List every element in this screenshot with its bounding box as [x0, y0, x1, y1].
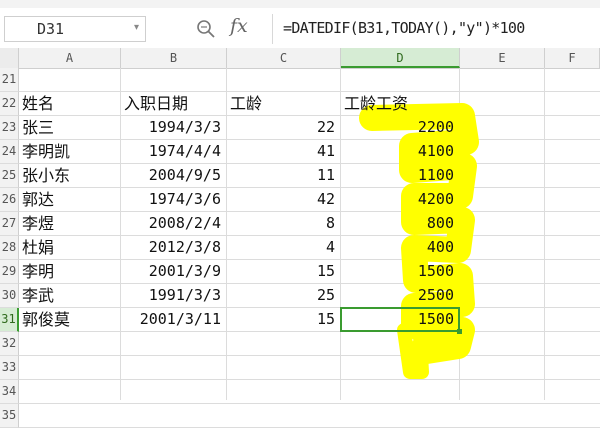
wage-cell[interactable]: 4200 [341, 188, 454, 211]
date-cell[interactable]: 1974/4/4 [121, 140, 221, 163]
years-cell[interactable]: 8 [227, 212, 335, 235]
date-cell[interactable]: 2001/3/9 [121, 260, 221, 283]
select-all-corner[interactable] [0, 48, 19, 68]
row-header-33[interactable]: 33 [0, 356, 19, 380]
date-cell[interactable]: 1974/3/6 [121, 188, 221, 211]
column-header-row: ABCDEF [0, 48, 600, 69]
date-cell[interactable]: 1991/3/3 [121, 284, 221, 307]
wage-cell[interactable]: 2200 [341, 116, 454, 139]
date-cell[interactable]: 2004/9/5 [121, 164, 221, 187]
name-cell[interactable]: 李武 [19, 284, 121, 307]
row-header-21[interactable]: 21 [0, 68, 19, 92]
name-box-value: D31 [37, 20, 65, 38]
name-box[interactable]: D31 ▾ [4, 16, 146, 42]
years-cell[interactable]: 25 [227, 284, 335, 307]
years-cell[interactable]: 15 [227, 308, 335, 331]
column-header-e[interactable]: E [460, 48, 545, 68]
zoom-icon[interactable] [194, 18, 218, 40]
grid-hline [19, 379, 600, 380]
formula-text: =DATEDIF(B31,TODAY(),"y")*100 [283, 19, 525, 37]
name-cell[interactable]: 张三 [19, 116, 121, 139]
row-header-26[interactable]: 26 [0, 188, 19, 212]
column-header-d[interactable]: D [341, 48, 460, 68]
row-header-22[interactable]: 22 [0, 92, 19, 116]
selected-cell-outline[interactable] [340, 307, 460, 332]
formula-bar: D31 ▾ fx =DATEDIF(B31,TODAY(),"y")*100 [0, 8, 600, 49]
grid-hline [19, 403, 600, 404]
name-cell[interactable]: 郭达 [19, 188, 121, 211]
table-header-cell[interactable]: 入职日期 [121, 92, 227, 115]
column-header-f[interactable]: F [545, 48, 600, 68]
name-cell[interactable]: 杜娟 [19, 236, 121, 259]
years-cell[interactable]: 4 [227, 236, 335, 259]
years-cell[interactable]: 42 [227, 188, 335, 211]
name-cell[interactable]: 郭俊莫 [19, 308, 121, 331]
name-cell[interactable]: 李明 [19, 260, 121, 283]
chevron-down-icon[interactable]: ▾ [134, 22, 139, 33]
years-cell[interactable]: 11 [227, 164, 335, 187]
name-cell[interactable]: 李明凯 [19, 140, 121, 163]
table-header-cell[interactable]: 工龄工资 [341, 92, 460, 115]
name-cell[interactable]: 李煜 [19, 212, 121, 235]
fill-handle[interactable] [457, 329, 462, 334]
table-header-cell[interactable]: 工龄 [227, 92, 341, 115]
column-header-b[interactable]: B [121, 48, 227, 68]
years-cell[interactable]: 22 [227, 116, 335, 139]
date-cell[interactable]: 2012/3/8 [121, 236, 221, 259]
grid-hline [19, 355, 600, 356]
row-header-28[interactable]: 28 [0, 236, 19, 260]
wage-cell[interactable]: 800 [341, 212, 454, 235]
wage-cell[interactable]: 4100 [341, 140, 454, 163]
row-header-32[interactable]: 32 [0, 332, 19, 356]
row-header-35[interactable]: 35 [0, 404, 19, 428]
row-header-34[interactable]: 34 [0, 380, 19, 404]
row-header-29[interactable]: 29 [0, 260, 19, 284]
grid-vline [459, 68, 460, 400]
column-header-a[interactable]: A [19, 48, 121, 68]
row-header-27[interactable]: 27 [0, 212, 19, 236]
grid-hline [19, 331, 600, 332]
grid-vline [544, 68, 545, 400]
table-header-cell[interactable]: 姓名 [19, 92, 121, 115]
row-header-24[interactable]: 24 [0, 140, 19, 164]
wage-cell[interactable]: 1100 [341, 164, 454, 187]
row-header-30[interactable]: 30 [0, 284, 19, 308]
row-header-25[interactable]: 25 [0, 164, 19, 188]
name-cell[interactable]: 张小东 [19, 164, 121, 187]
function-icon[interactable]: fx [230, 15, 248, 37]
wage-cell[interactable]: 2500 [341, 284, 454, 307]
column-header-c[interactable]: C [227, 48, 341, 68]
wage-cell[interactable]: 1500 [341, 260, 454, 283]
row-header-23[interactable]: 23 [0, 116, 19, 140]
formula-input[interactable]: =DATEDIF(B31,TODAY(),"y")*100 [272, 14, 599, 44]
date-cell[interactable]: 2001/3/11 [121, 308, 221, 331]
years-cell[interactable]: 41 [227, 140, 335, 163]
row-header-31[interactable]: 31 [0, 308, 19, 332]
date-cell[interactable]: 2008/2/4 [121, 212, 221, 235]
wage-cell[interactable]: 400 [341, 236, 454, 259]
years-cell[interactable]: 15 [227, 260, 335, 283]
date-cell[interactable]: 1994/3/3 [121, 116, 221, 139]
